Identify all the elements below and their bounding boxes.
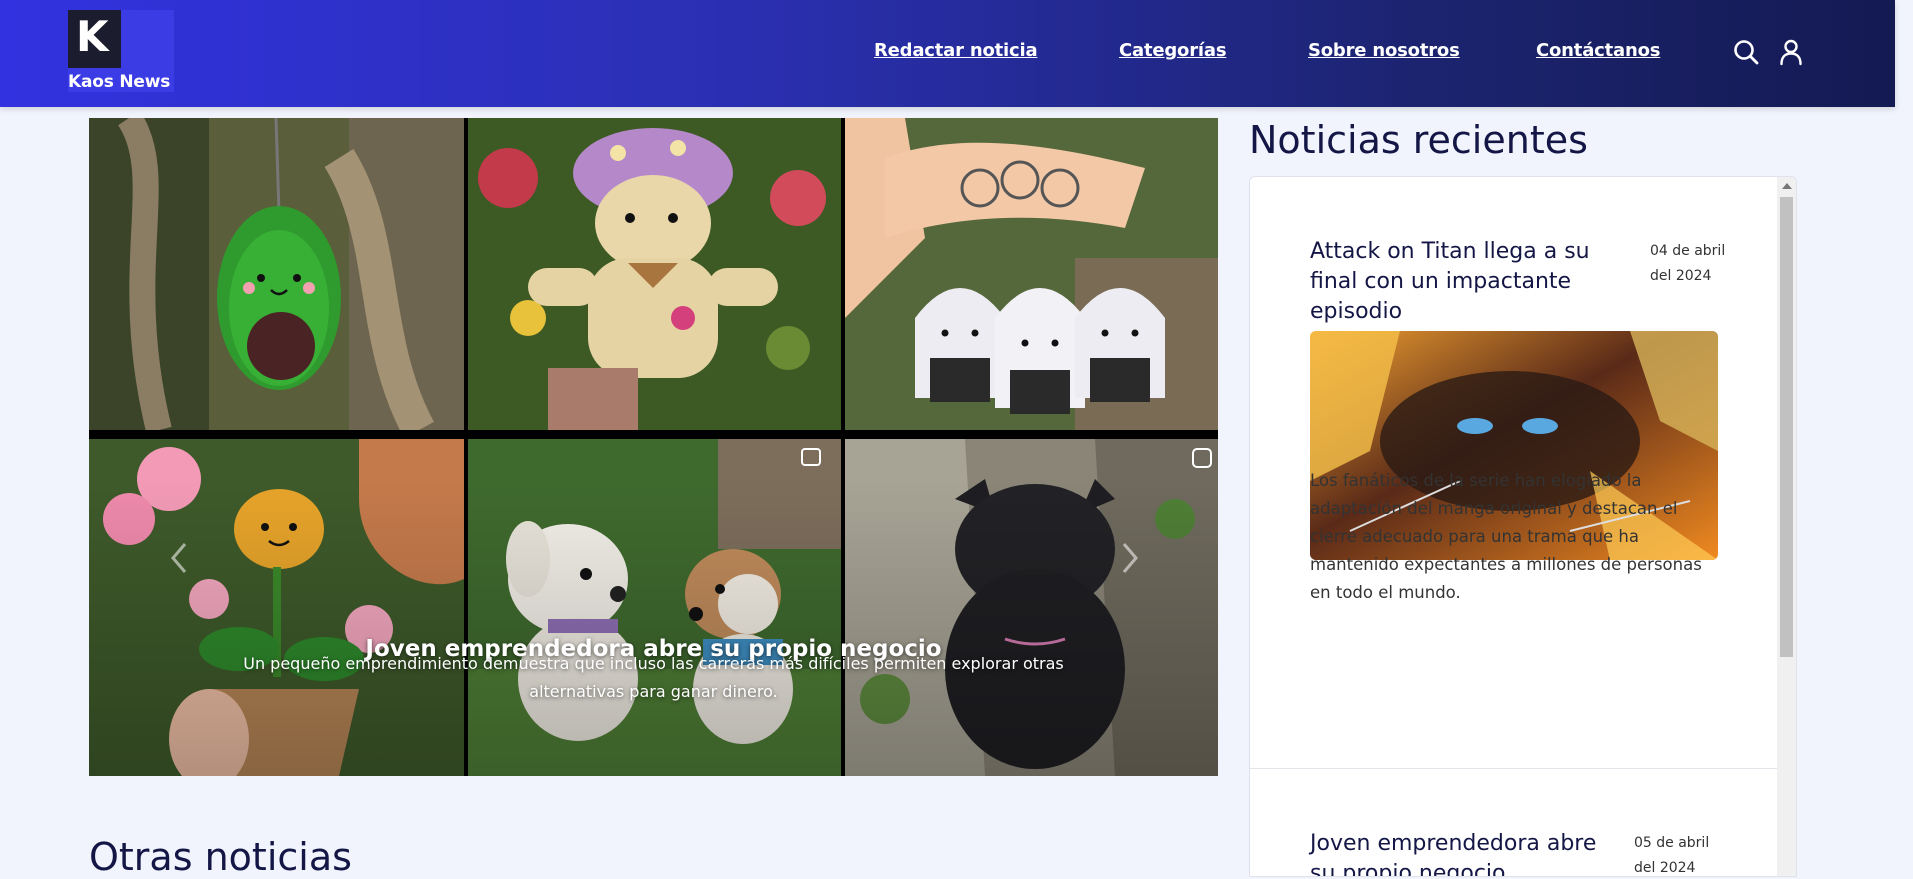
recent-news-heading: Noticias recientes xyxy=(1249,118,1588,162)
logo-mark: K xyxy=(68,10,121,68)
brand-name: Kaos News xyxy=(68,72,171,92)
hero-subtitle: Un pequeño emprendimiento demuestra que … xyxy=(243,654,1064,701)
search-icon[interactable] xyxy=(1732,38,1760,66)
nav-link-categorias[interactable]: Categorías xyxy=(1119,40,1227,61)
card-divider xyxy=(1250,768,1777,769)
hero-carousel[interactable]: Joven emprendedora abre su propio negoci… xyxy=(89,118,1218,776)
news-title[interactable]: Joven emprendedora abre su propio negoci… xyxy=(1310,829,1628,876)
scroll-thumb[interactable] xyxy=(1780,197,1793,657)
carousel-prev-arrow[interactable] xyxy=(165,538,195,578)
other-news-heading: Otras noticias xyxy=(89,835,352,879)
nav-link-redactar-noticia[interactable]: Redactar noticia xyxy=(874,40,1038,61)
recent-news-panel[interactable]: Attack on Titan llega a su final con un … xyxy=(1249,176,1797,877)
news-date: 04 de abril del 2024 xyxy=(1650,243,1726,284)
nav-link-sobre-nosotros[interactable]: Sobre nosotros xyxy=(1308,40,1460,61)
news-title[interactable]: Attack on Titan llega a su final con un … xyxy=(1310,237,1620,327)
scroll-up-arrow[interactable] xyxy=(1782,183,1792,189)
logo-letter: K xyxy=(76,12,109,61)
carousel-next-arrow[interactable] xyxy=(1114,538,1144,578)
news-date: 05 de abril del 2024 xyxy=(1634,835,1710,876)
top-navbar: K Kaos News Redactar noticia Categorías … xyxy=(0,0,1895,107)
user-icon[interactable] xyxy=(1777,38,1805,66)
recent-news-scrollbar[interactable] xyxy=(1777,177,1796,876)
brand-logo[interactable]: K Kaos News xyxy=(68,10,178,94)
nav-link-contactanos[interactable]: Contáctanos xyxy=(1536,40,1660,61)
news-description: Los fanáticos de la serie han elogiado l… xyxy=(1310,471,1702,602)
